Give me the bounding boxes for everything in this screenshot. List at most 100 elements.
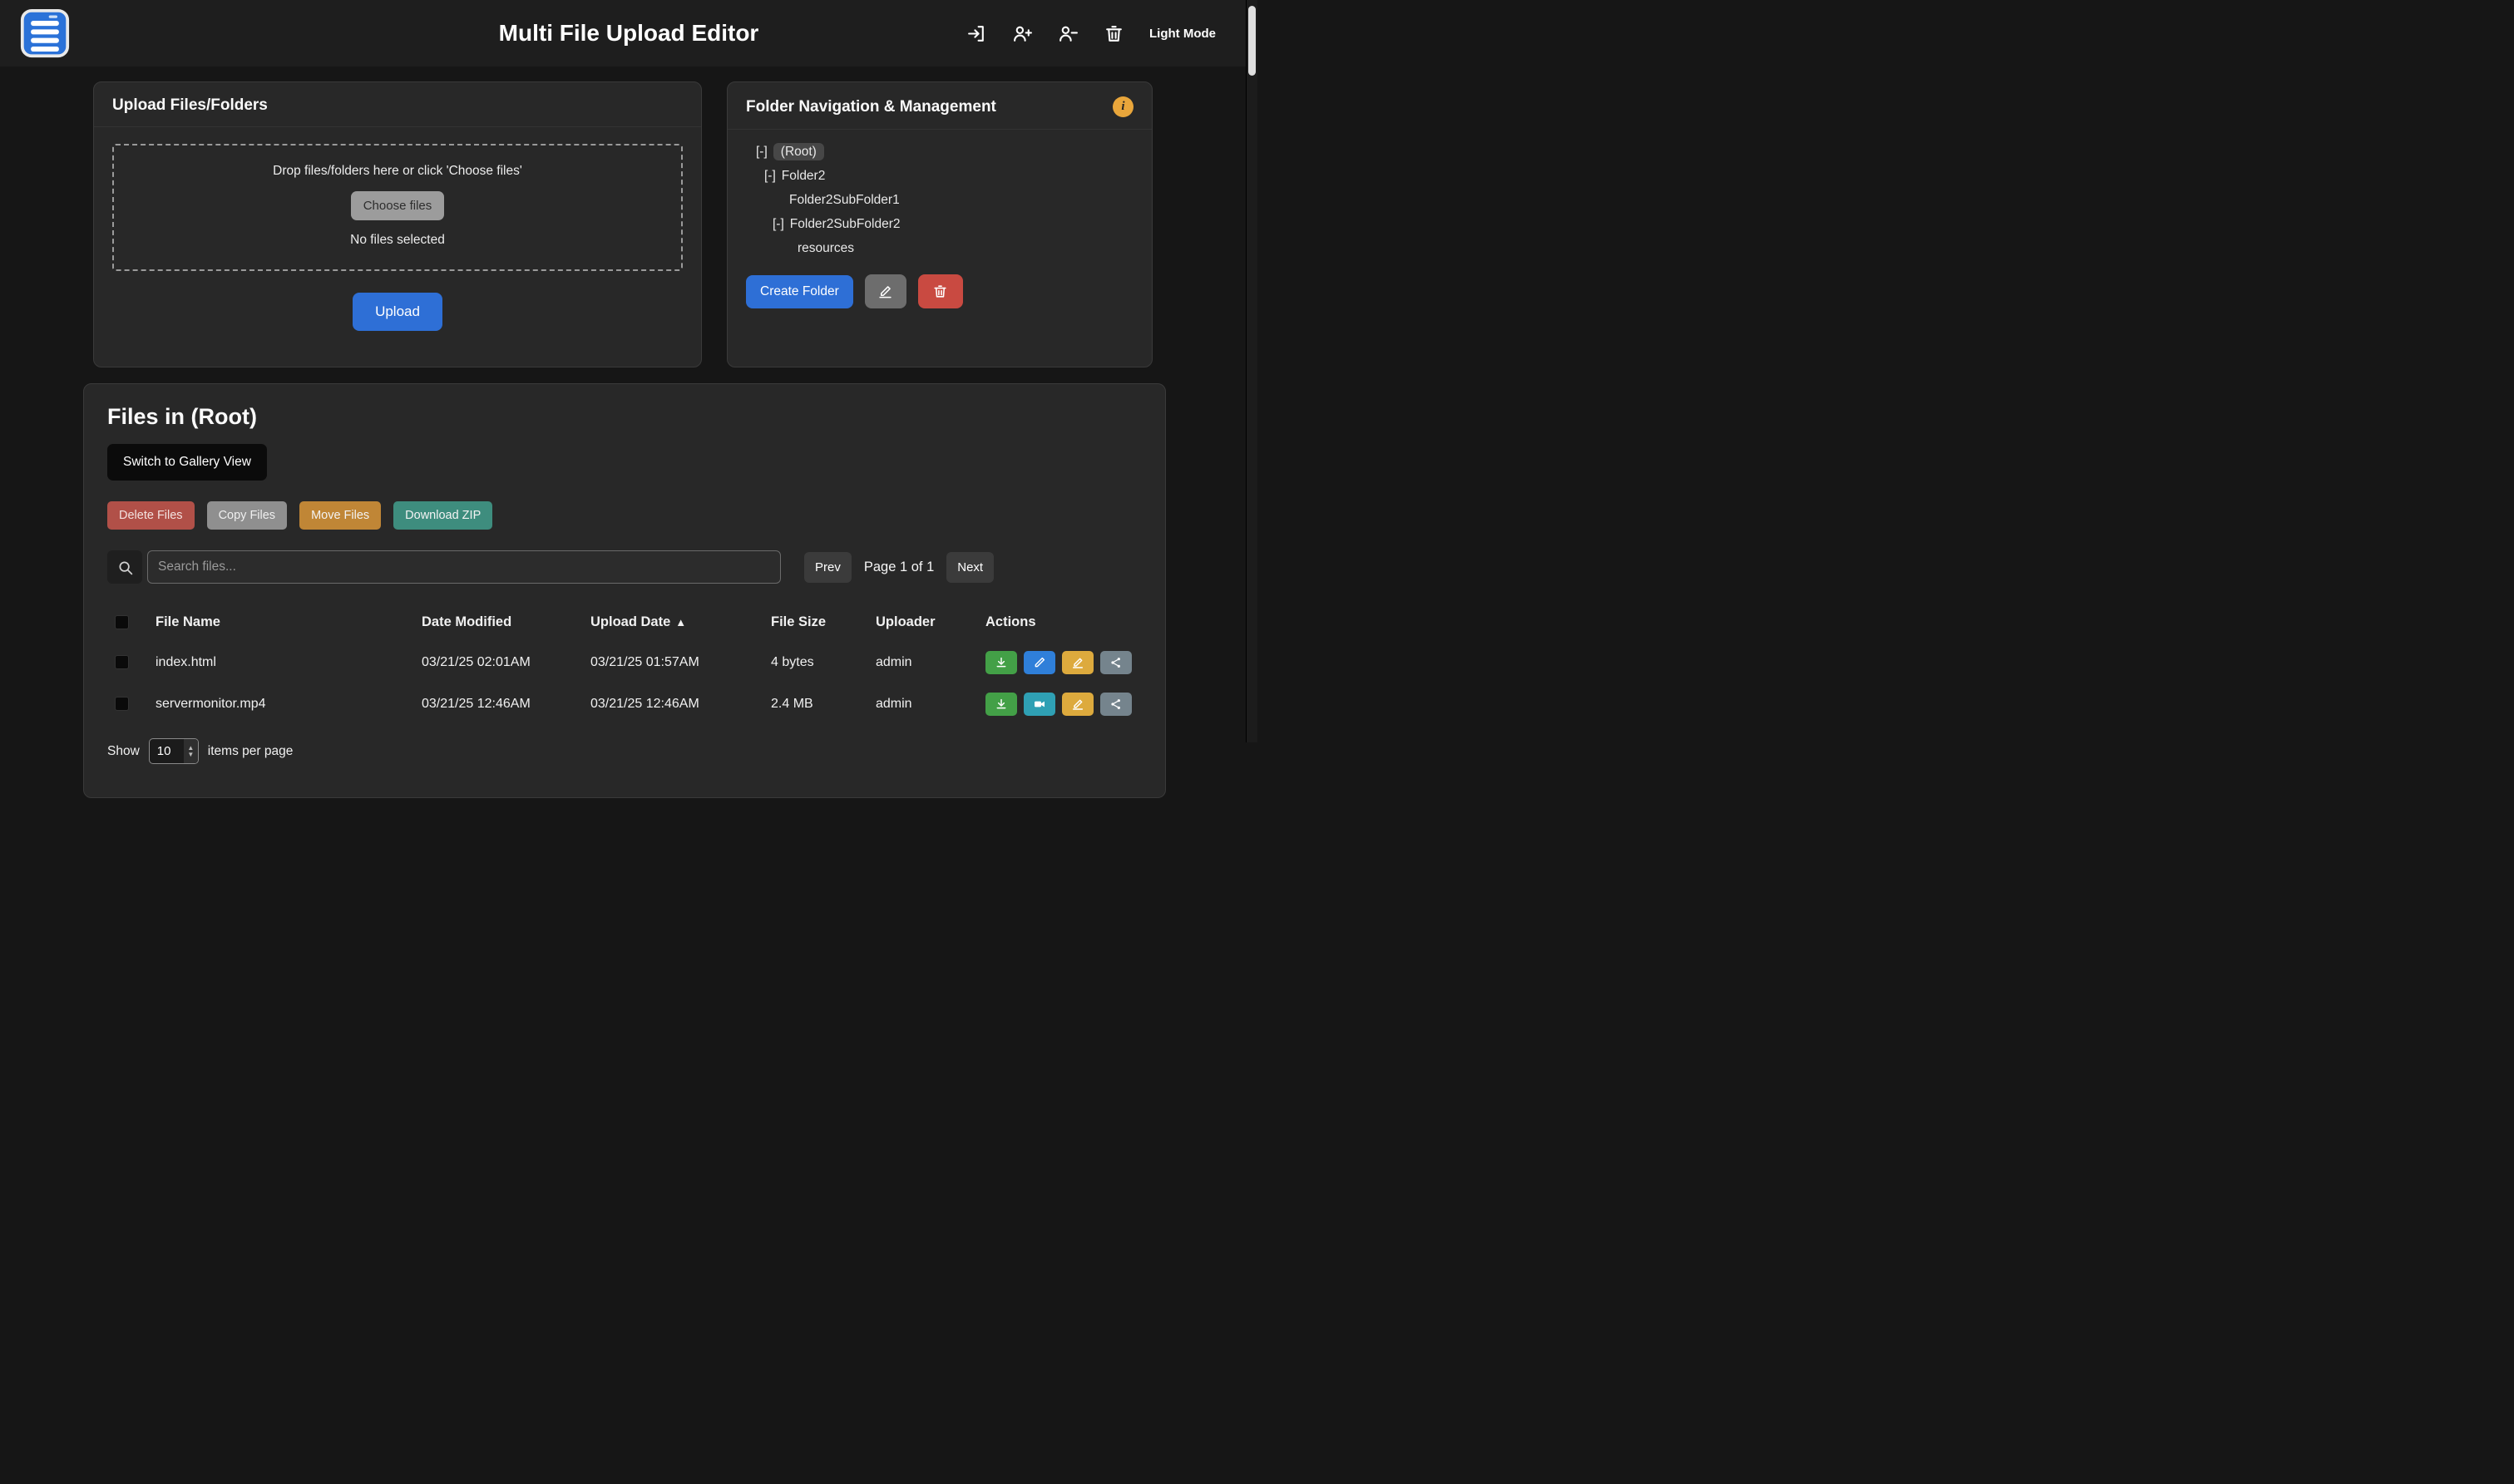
prev-page-button[interactable]: Prev: [804, 552, 852, 583]
upload-date-cell: 03/21/25 12:46AM: [577, 697, 748, 712]
folder-panel-body: [-] (Root) [-] Folder2 Folder2SubFolder1 […: [728, 130, 1152, 308]
delete-folder-button[interactable]: [918, 274, 963, 308]
actions-cell: [952, 651, 1142, 674]
edit-file-button[interactable]: [1024, 651, 1055, 674]
tree-item-resources[interactable]: resources: [746, 236, 1134, 260]
add-user-icon: [1012, 23, 1033, 44]
rename-folder-button[interactable]: [865, 274, 906, 308]
tree-item-label[interactable]: Folder2SubFolder2: [790, 217, 901, 231]
row-checkbox[interactable]: [115, 655, 129, 669]
trash-icon: [1104, 23, 1124, 44]
bulk-actions-row: Delete Files Copy Files Move Files Downl…: [107, 501, 1142, 530]
upload-panel-body: Drop files/folders here or click 'Choose…: [94, 127, 701, 348]
add-user-button[interactable]: [1012, 23, 1033, 44]
search-icon: [116, 559, 134, 576]
tree-item-label[interactable]: resources: [798, 241, 854, 255]
table-row: index.html 03/21/25 02:01AM 03/21/25 01:…: [107, 642, 1142, 683]
share-icon: [1109, 698, 1123, 711]
file-name-cell[interactable]: servermonitor.mp4: [151, 697, 408, 712]
tree-item-label[interactable]: (Root): [773, 143, 824, 160]
files-panel: Files in (Root) Switch to Gallery View D…: [83, 383, 1166, 798]
trash-icon: [932, 283, 948, 299]
col-file-size[interactable]: File Size: [748, 614, 847, 630]
folder-panel-header: Folder Navigation & Management i: [728, 82, 1152, 130]
show-label: Show: [107, 744, 140, 759]
checkbox-cell: [107, 697, 151, 712]
upload-panel: Upload Files/Folders Drop files/folders …: [93, 81, 702, 367]
page-status: Page 1 of 1: [864, 560, 934, 575]
files-table: File Name Date Modified Upload Date▲ Fil…: [107, 602, 1142, 725]
page-title: Multi File Upload Editor: [499, 20, 759, 47]
remove-user-icon: [1058, 23, 1079, 44]
remove-user-button[interactable]: [1058, 23, 1079, 44]
download-button[interactable]: [985, 651, 1017, 674]
select-all-cell: [107, 614, 151, 630]
share-file-button[interactable]: [1100, 693, 1132, 716]
download-button[interactable]: [985, 693, 1017, 716]
select-all-checkbox[interactable]: [115, 615, 129, 629]
search-input[interactable]: [147, 550, 781, 584]
tree-item-label[interactable]: Folder2SubFolder1: [789, 193, 900, 207]
date-modified-cell: 03/21/25 02:01AM: [408, 655, 577, 670]
row-checkbox[interactable]: [115, 697, 129, 711]
info-icon[interactable]: i: [1113, 96, 1134, 117]
collapse-marker[interactable]: [-]: [756, 145, 768, 159]
table-row: servermonitor.mp4 03/21/25 12:46AM 03/21…: [107, 683, 1142, 725]
download-icon: [995, 656, 1008, 669]
files-panel-title: Files in (Root): [107, 404, 1142, 430]
col-date-modified[interactable]: Date Modified: [408, 614, 577, 630]
video-preview-button[interactable]: [1024, 693, 1055, 716]
col-file-name[interactable]: File Name: [151, 614, 408, 630]
rename-file-button[interactable]: [1062, 651, 1094, 674]
download-zip-button[interactable]: Download ZIP: [393, 501, 492, 530]
pencil-icon: [877, 283, 893, 299]
create-folder-button[interactable]: Create Folder: [746, 275, 853, 308]
col-upload-date[interactable]: Upload Date▲: [577, 614, 748, 630]
rename-icon: [1071, 656, 1084, 669]
upload-panel-title: Upload Files/Folders: [112, 96, 268, 115]
dropzone-instructions: Drop files/folders here or click 'Choose…: [127, 164, 668, 179]
delete-files-button[interactable]: Delete Files: [107, 501, 195, 530]
items-per-page-label: items per page: [208, 744, 294, 759]
tree-item-root[interactable]: [-] (Root): [746, 140, 1134, 164]
app-logo[interactable]: [20, 8, 70, 58]
header-actions: Light Mode: [966, 23, 1237, 44]
upload-date-cell: 03/21/25 01:57AM: [577, 655, 748, 670]
scrollbar-thumb[interactable]: [1248, 6, 1256, 76]
uploader-cell: admin: [847, 697, 952, 712]
choose-files-button[interactable]: Choose files: [351, 191, 445, 220]
upload-button[interactable]: Upload: [353, 293, 442, 331]
next-page-button[interactable]: Next: [946, 552, 994, 583]
file-dropzone[interactable]: Drop files/folders here or click 'Choose…: [112, 144, 683, 271]
upload-panel-header: Upload Files/Folders: [94, 82, 701, 127]
tree-item-folder2subfolder2[interactable]: [-] Folder2SubFolder2: [746, 212, 1134, 236]
delete-account-button[interactable]: [1104, 23, 1124, 44]
move-files-button[interactable]: Move Files: [299, 501, 381, 530]
tree-item-folder2[interactable]: [-] Folder2: [746, 164, 1134, 188]
server-logo-icon: [20, 8, 70, 58]
tree-item-folder2subfolder1[interactable]: Folder2SubFolder1: [746, 188, 1134, 212]
collapse-marker[interactable]: [-]: [773, 217, 784, 231]
date-modified-cell: 03/21/25 12:46AM: [408, 697, 577, 712]
gallery-view-toggle[interactable]: Switch to Gallery View: [107, 444, 267, 481]
logout-icon: [966, 23, 987, 44]
rename-file-button[interactable]: [1062, 693, 1094, 716]
logout-button[interactable]: [966, 23, 987, 44]
folder-panel: Folder Navigation & Management i [-] (Roo…: [727, 81, 1153, 367]
collapse-marker[interactable]: [-]: [764, 169, 776, 183]
light-mode-toggle[interactable]: Light Mode: [1149, 27, 1216, 41]
pagination: Prev Page 1 of 1 Next: [804, 552, 994, 583]
col-actions: Actions: [952, 614, 1142, 630]
vertical-scrollbar[interactable]: [1246, 0, 1257, 742]
share-file-button[interactable]: [1100, 651, 1132, 674]
tree-item-label[interactable]: Folder2: [782, 169, 826, 183]
col-uploader[interactable]: Uploader: [847, 614, 952, 630]
items-per-page-input[interactable]: 10 ▲▼: [149, 738, 199, 764]
table-header-row: File Name Date Modified Upload Date▲ Fil…: [107, 602, 1142, 642]
rename-icon: [1071, 698, 1084, 711]
file-name-cell[interactable]: index.html: [151, 655, 408, 670]
number-spinner-icon[interactable]: ▲▼: [184, 739, 198, 763]
copy-files-button[interactable]: Copy Files: [207, 501, 288, 530]
no-files-selected-text: No files selected: [127, 233, 668, 248]
items-per-page-value: 10: [150, 739, 184, 763]
